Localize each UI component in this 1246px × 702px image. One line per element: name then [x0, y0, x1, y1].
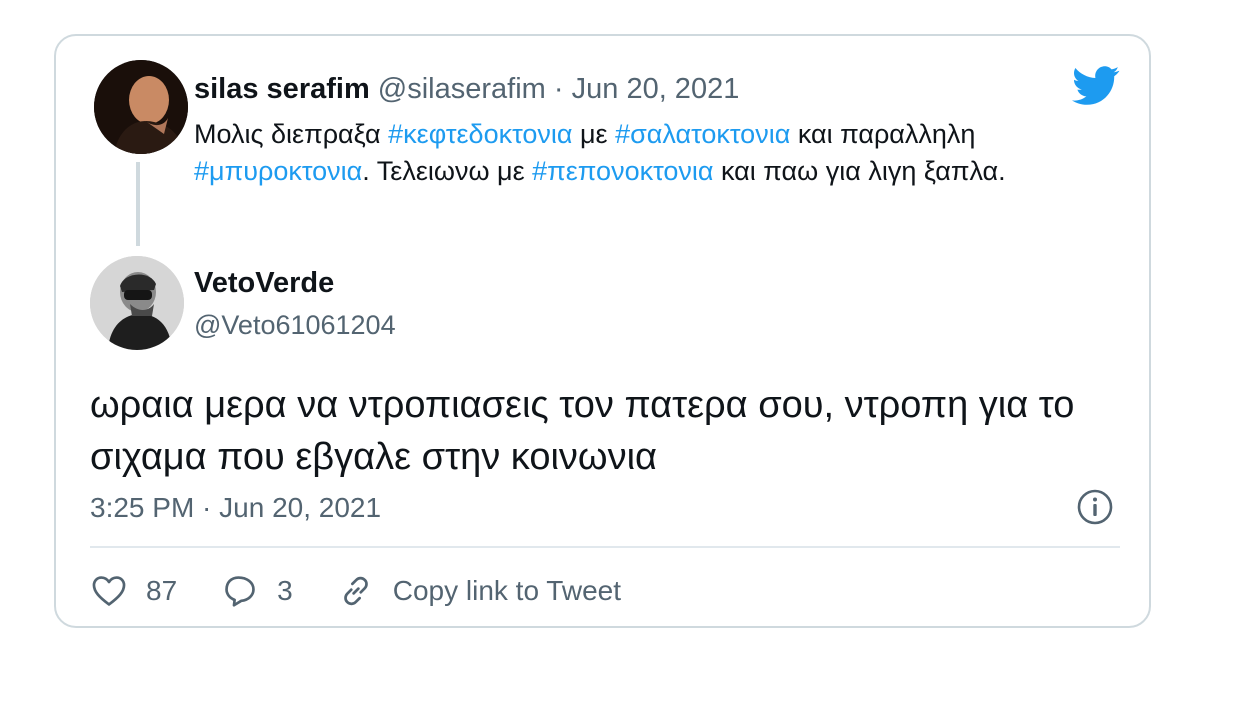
thread-connector — [136, 162, 140, 246]
text-segment: με — [572, 119, 616, 149]
twitter-bird-icon[interactable] — [1072, 66, 1120, 106]
action-bar: 87 3 Copy link to Tweet — [90, 568, 665, 614]
tweet-embed-card: silas serafim @silaserafim · Jun 20, 202… — [54, 34, 1151, 628]
parent-date[interactable]: Jun 20, 2021 — [572, 73, 740, 105]
reply-count: 3 — [277, 575, 293, 606]
info-icon[interactable] — [1076, 488, 1114, 526]
text-segment: . Τελειωνω με — [362, 156, 533, 186]
reply-display-name[interactable]: VetoVerde — [194, 266, 334, 300]
parent-tweet-text: Μολις διεπραξα #κεφτεδοκτονια με #σαλατο… — [194, 116, 1074, 190]
hashtag-link[interactable]: #μπυροκτονια — [194, 156, 362, 186]
reply-tweet-text: ωραια μερα να ντροπιασεις τον πατερα σου… — [90, 384, 1075, 478]
like-button[interactable]: 87 — [90, 572, 177, 610]
copy-link-button[interactable]: Copy link to Tweet — [337, 572, 621, 610]
parent-avatar[interactable] — [94, 60, 188, 154]
reply-avatar[interactable] — [90, 256, 184, 350]
hashtag-link[interactable]: #πεπονοκτονια — [532, 156, 713, 186]
hashtag-link[interactable]: #σαλατοκτονια — [615, 119, 790, 149]
parent-handle[interactable]: @silaserafim — [378, 73, 546, 105]
link-icon — [343, 576, 368, 606]
parent-display-name[interactable]: silas serafim — [194, 73, 370, 105]
text-segment: και παω για λιγη ξαπλα. — [713, 156, 1006, 186]
reply-button[interactable]: 3 — [221, 572, 293, 610]
meta-separator: · — [553, 73, 564, 105]
text-segment: και παραλληλη — [790, 119, 976, 149]
copy-link-label: Copy link to Tweet — [392, 575, 621, 606]
heart-icon — [92, 576, 126, 606]
reply-icon — [225, 576, 255, 607]
hashtag-link[interactable]: #κεφτεδοκτονια — [388, 119, 572, 149]
text-segment: Μολις διεπραξα — [194, 119, 389, 149]
divider — [90, 546, 1120, 548]
reply-handle[interactable]: @Veto61061204 — [194, 308, 396, 342]
like-count: 87 — [146, 575, 178, 606]
parent-tweet-header: silas serafim @silaserafim · Jun 20, 202… — [194, 72, 739, 106]
tweet-timestamp[interactable]: 3:25 PM · Jun 20, 2021 — [90, 491, 381, 525]
